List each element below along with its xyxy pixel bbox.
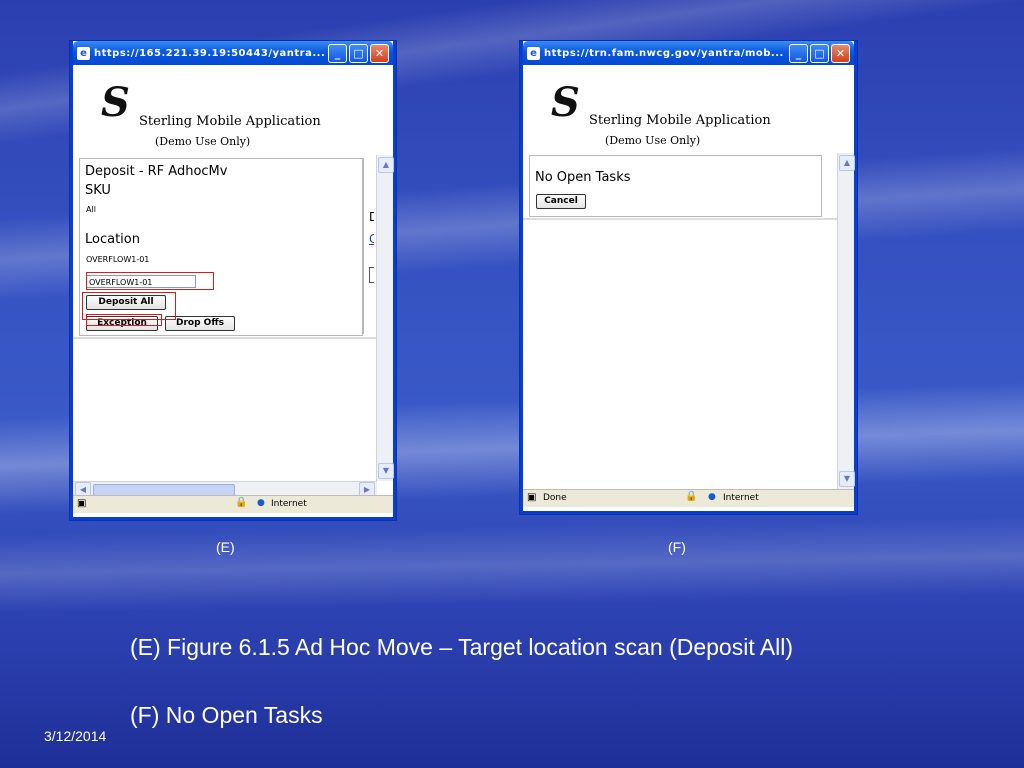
- deposit-panel: Deposit - RF AdhocMv SKU All Location OV…: [79, 158, 363, 336]
- caption-line-1: (E) Figure 6.1.5 Ad Hoc Move – Target lo…: [130, 634, 794, 660]
- window-f-content: S Sterling Mobile Application (Demo Use …: [523, 65, 855, 489]
- scroll-up-icon[interactable]: ▲: [839, 155, 855, 171]
- globe-icon: ●: [708, 492, 716, 502]
- highlight-location-input: [86, 272, 214, 290]
- app-title: Sterling Mobile Application: [589, 113, 771, 128]
- browser-window-f: e https://trn.fam.nwcg.gov/yantra/mob...…: [520, 41, 857, 514]
- sterling-logo: S: [551, 79, 580, 126]
- panel-divider: [73, 337, 377, 339]
- page-icon: ▣: [527, 492, 537, 503]
- scroll-down-icon[interactable]: ▼: [378, 463, 394, 479]
- maximize-button[interactable]: □: [349, 43, 368, 63]
- minimize-button[interactable]: _: [328, 43, 347, 63]
- ie-icon: e: [77, 46, 90, 60]
- side-box: [369, 267, 374, 283]
- window-e-titlebar[interactable]: e https://165.221.39.19:50443/yantra... …: [73, 41, 393, 65]
- deposit-heading: Deposit - RF AdhocMv: [85, 164, 228, 179]
- scroll-up-icon[interactable]: ▲: [378, 157, 394, 173]
- label-f: (F): [668, 539, 686, 555]
- horizontal-scrollbar[interactable]: ◀ ▶: [73, 481, 377, 498]
- app-title: Sterling Mobile Application: [139, 114, 321, 129]
- tasks-panel: No Open Tasks Cancel: [529, 155, 822, 217]
- browser-window-e: e https://165.221.39.19:50443/yantra... …: [70, 41, 396, 520]
- side-char-d: D: [369, 210, 374, 224]
- window-e-title: https://165.221.39.19:50443/yantra...: [94, 47, 326, 59]
- close-button[interactable]: ✕: [831, 43, 850, 63]
- no-open-tasks-message: No Open Tasks: [535, 170, 631, 185]
- ie-icon: e: [527, 46, 540, 60]
- vertical-scrollbar[interactable]: ▲ ▼: [376, 155, 394, 481]
- demo-note: (Demo Use Only): [155, 135, 251, 148]
- footer-date: 3/12/2014: [44, 728, 107, 744]
- status-zone: Internet: [723, 493, 759, 503]
- lock-icon: 🔒: [685, 491, 698, 502]
- window-f-titlebar[interactable]: e https://trn.fam.nwcg.gov/yantra/mob...…: [523, 41, 854, 65]
- sku-value: All: [86, 205, 96, 214]
- window-f-statusbar: ▣ Done 🔒 ● Internet: [523, 489, 854, 507]
- minimize-button[interactable]: _: [789, 43, 808, 63]
- status-zone: Internet: [271, 499, 307, 509]
- cancel-button[interactable]: Cancel: [536, 194, 586, 209]
- status-text: Done: [543, 493, 567, 503]
- caption-line-2: (F) No Open Tasks: [130, 702, 323, 728]
- window-f-title: https://trn.fam.nwcg.gov/yantra/mob...: [544, 47, 784, 59]
- side-link-c[interactable]: C: [369, 232, 374, 246]
- location-value: OVERFLOW1-01: [86, 255, 150, 264]
- sterling-logo: S: [101, 79, 130, 126]
- location-label: Location: [85, 232, 140, 247]
- close-button[interactable]: ✕: [370, 43, 389, 63]
- maximize-button[interactable]: □: [810, 43, 829, 63]
- lock-icon: 🔒: [235, 497, 248, 508]
- vertical-scrollbar[interactable]: ▲ ▼: [837, 153, 855, 489]
- sku-label: SKU: [85, 183, 111, 198]
- side-panel: D C: [363, 158, 374, 334]
- panel-divider: [523, 218, 838, 220]
- globe-icon: ●: [257, 498, 265, 508]
- label-e: (E): [216, 539, 235, 555]
- demo-note: (Demo Use Only): [605, 134, 701, 147]
- scroll-down-icon[interactable]: ▼: [839, 471, 855, 487]
- page-icon: ▣: [77, 498, 87, 509]
- window-e-statusbar: ▣ 🔒 ● Internet: [73, 495, 393, 513]
- highlight-exception: [86, 314, 162, 326]
- window-e-content: S Sterling Mobile Application (Demo Use …: [73, 65, 394, 498]
